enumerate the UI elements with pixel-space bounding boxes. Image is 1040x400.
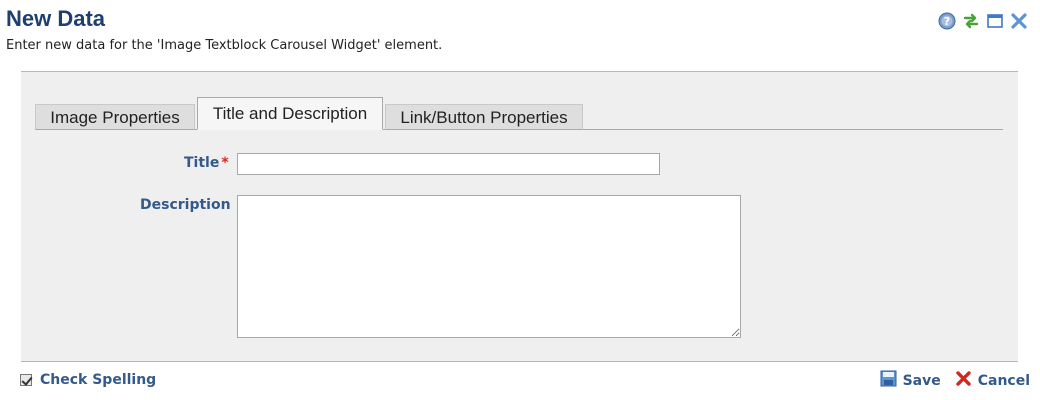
description-field-label: Description [140, 197, 231, 213]
title-label-text: Title [184, 155, 220, 171]
form-panel: Image Properties Title and Description L… [21, 71, 1018, 362]
window-controls: ? [938, 12, 1028, 30]
check-spelling-checkbox[interactable] [20, 374, 32, 386]
close-icon[interactable] [1010, 12, 1028, 30]
page-subtitle: Enter new data for the 'Image Textblock … [6, 38, 443, 53]
tab-image-properties[interactable]: Image Properties [35, 104, 195, 130]
save-button[interactable]: Save [880, 370, 941, 391]
refresh-icon[interactable] [962, 12, 980, 30]
check-spelling-toggle[interactable]: Check Spelling [20, 372, 156, 388]
svg-text:?: ? [944, 15, 950, 28]
save-icon [880, 370, 897, 391]
tab-link-button-properties[interactable]: Link/Button Properties [385, 104, 583, 130]
maximize-icon[interactable] [986, 12, 1004, 30]
help-icon[interactable]: ? [938, 12, 956, 30]
title-input[interactable] [237, 153, 660, 175]
title-field-label: Title * [184, 155, 229, 171]
form-actions: Save Cancel [880, 370, 1030, 391]
tab-title-and-description[interactable]: Title and Description [197, 97, 383, 130]
cancel-button[interactable]: Cancel [955, 370, 1030, 391]
description-textarea[interactable] [237, 195, 741, 338]
required-marker: * [221, 155, 229, 171]
cancel-icon [955, 370, 972, 391]
tab-bar: Image Properties Title and Description L… [35, 96, 1003, 130]
page-title: New Data [6, 6, 106, 31]
save-label: Save [902, 372, 941, 389]
check-spelling-label: Check Spelling [40, 372, 157, 388]
cancel-label: Cancel [977, 372, 1030, 389]
